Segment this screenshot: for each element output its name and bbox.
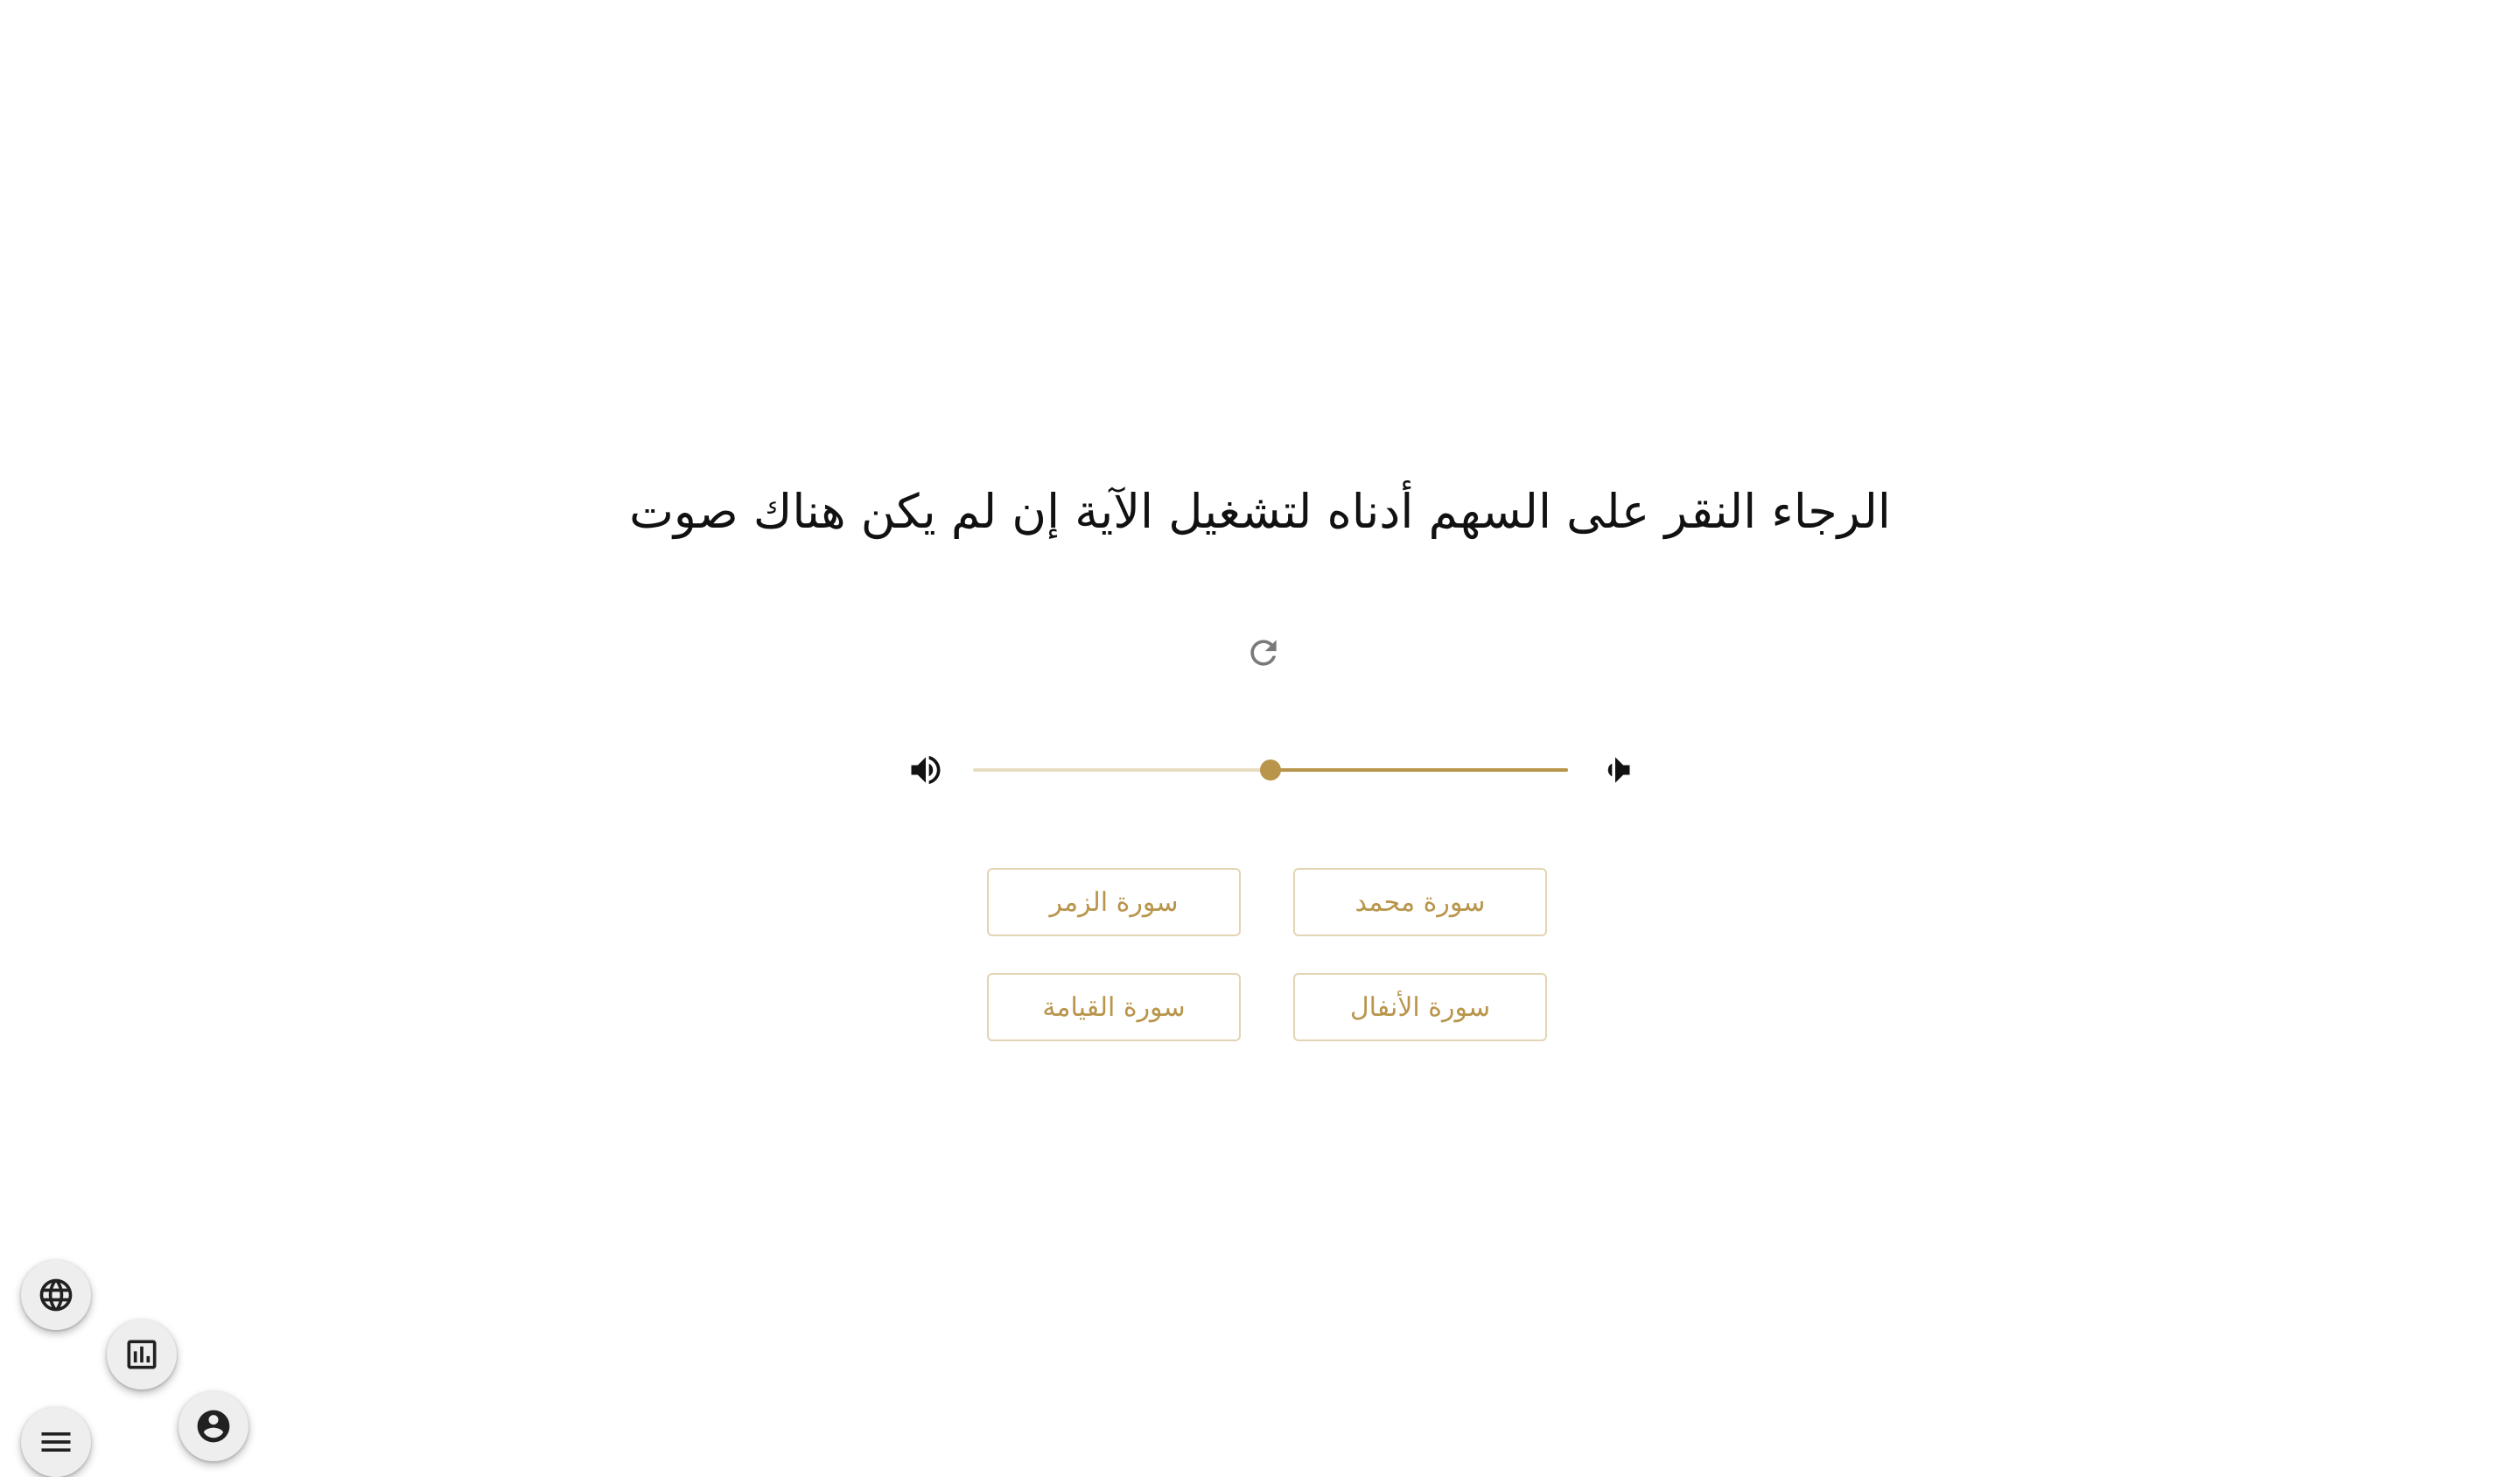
volume-down-button[interactable] [1594,749,1636,791]
globe-icon [39,1278,73,1312]
replay-icon [1250,640,1277,666]
account-circle-icon [197,1410,230,1443]
bar-chart-icon [127,1340,157,1369]
quiz-page: الرجاء النقر على السهم أدناه لتشغيل الآي… [0,0,2520,1477]
menu-button[interactable] [21,1407,91,1477]
volume-down-icon [1607,757,1630,783]
language-button[interactable] [21,1260,91,1330]
menu-icon [41,1432,71,1452]
answer-option[interactable]: سورة محمد [1293,868,1547,936]
replay-button[interactable] [1236,625,1292,681]
account-button[interactable] [178,1391,248,1461]
answer-option[interactable]: سورة الأنفال [1293,973,1547,1041]
volume-up-button[interactable] [905,749,947,791]
instruction-text: الرجاء النقر على السهم أدناه لتشغيل الآي… [629,484,1891,539]
volume-up-icon [911,755,941,785]
slider-fill [1270,768,1568,772]
slider-thumb[interactable] [1260,760,1281,780]
volume-slider[interactable] [973,756,1568,784]
statistics-button[interactable] [107,1320,177,1390]
answer-option[interactable]: سورة الزمر [987,868,1241,936]
volume-control [892,742,1645,798]
answer-options: سورة محمد سورة الزمر سورة الأنفال سورة ا… [987,868,1547,1041]
answer-option[interactable]: سورة القيامة [987,973,1241,1041]
